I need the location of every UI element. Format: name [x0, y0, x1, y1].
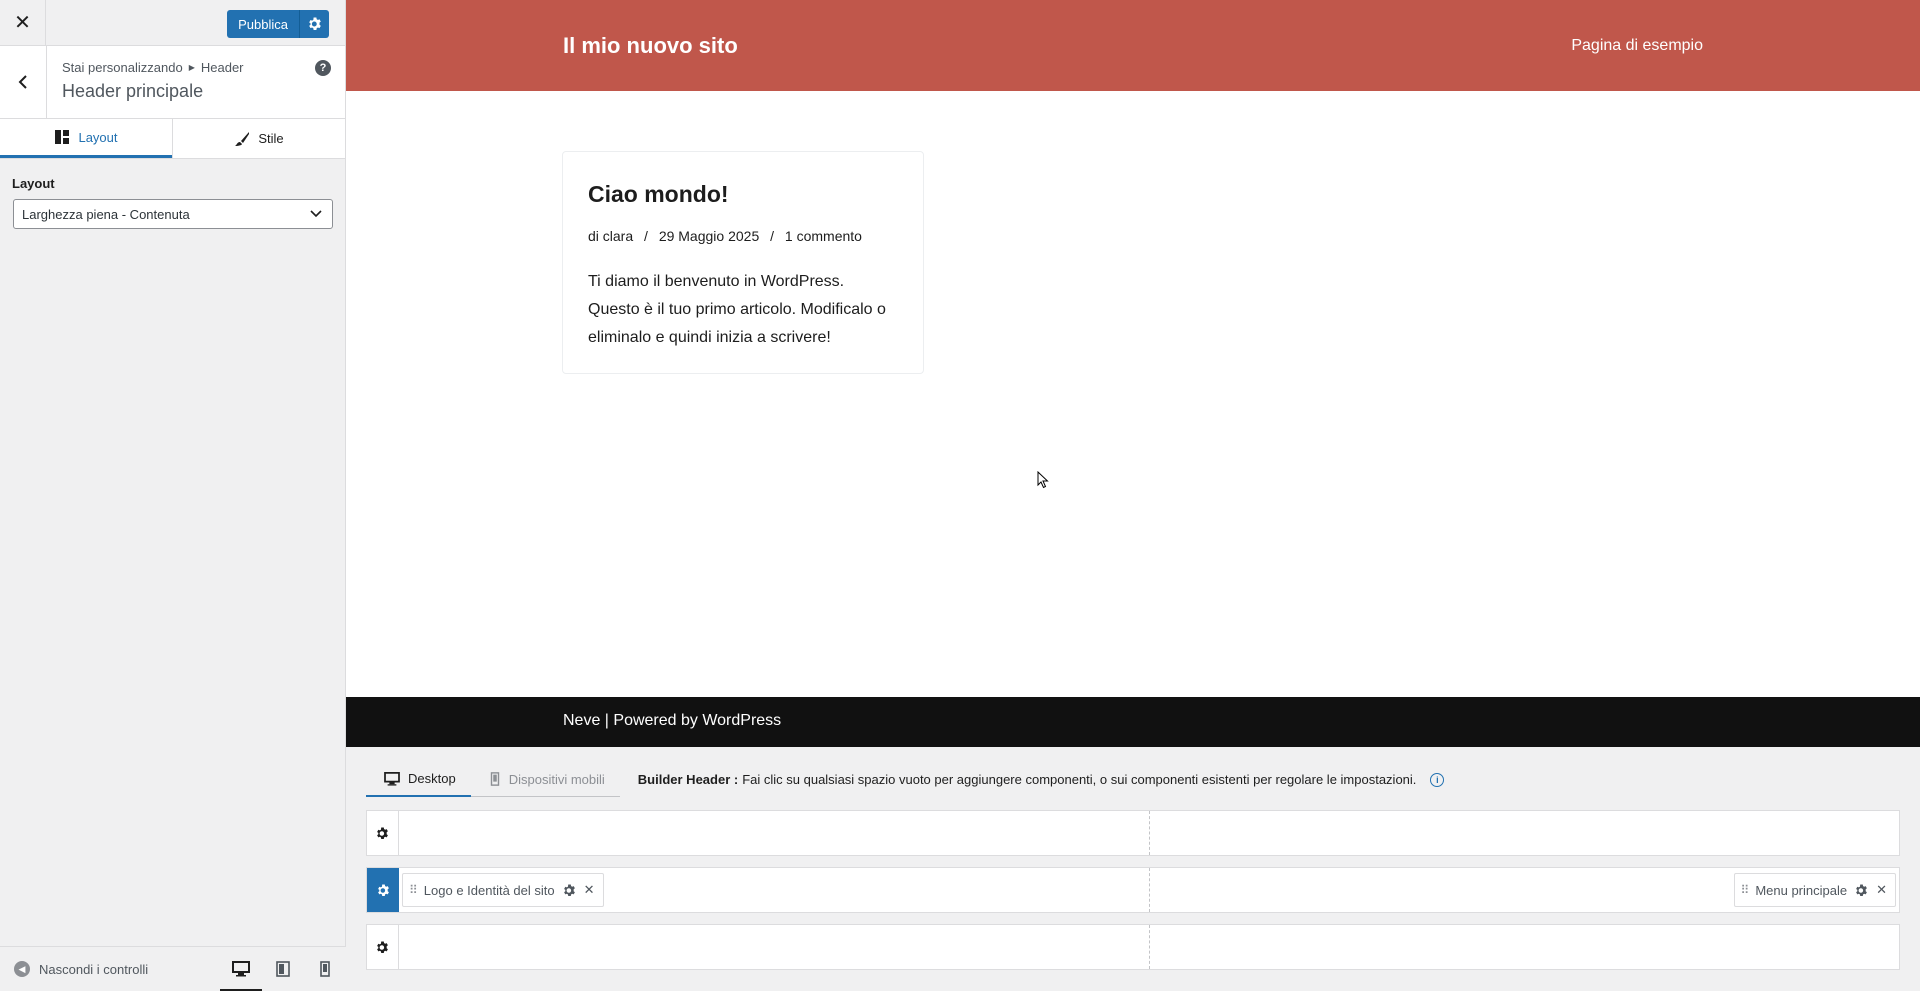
site-header[interactable]: Il mio nuovo sito Pagina di esempio [346, 0, 1920, 91]
breadcrumb: Stai personalizzando ▶ Header [62, 60, 244, 75]
builder-tab-mobile-label: Dispositivi mobili [508, 771, 605, 787]
builder-info-title: Builder Header : [637, 772, 739, 787]
row-body[interactable] [399, 925, 1899, 969]
builder-info-text: Fai clic su qualsiasi spazio vuoto per a… [742, 772, 1417, 787]
site-footer: Neve | Powered by WordPress [346, 697, 1920, 747]
desktop-icon [232, 961, 250, 977]
builder-row-bottom[interactable] [366, 924, 1900, 970]
breadcrumb-parent: Header [200, 60, 244, 75]
row-settings-button[interactable] [367, 868, 399, 912]
component-primary-menu[interactable]: ⠿ Menu principale ✕ [1733, 873, 1896, 907]
builder-tab-desktop-label: Desktop [408, 771, 456, 786]
layout-select[interactable]: Larghezza piena - Contenuta [13, 199, 333, 229]
builder-tab-desktop[interactable]: Desktop [366, 762, 471, 797]
section-title: Header principale [62, 81, 204, 101]
tablet-icon [276, 961, 290, 977]
close-button[interactable]: ✕ [0, 0, 46, 46]
publish-group: Pubblica [227, 10, 329, 38]
close-icon: ✕ [14, 12, 31, 34]
gear-icon [377, 883, 389, 896]
builder-tab-mobile[interactable]: Dispositivi mobili [470, 762, 620, 797]
row-divider [1149, 811, 1150, 855]
mouse-cursor-icon [1037, 471, 1049, 489]
component-logo[interactable]: ⠿ Logo e Identità del sito ✕ [402, 873, 604, 907]
chevron-left-icon [18, 75, 27, 89]
breadcrumb-arrow-icon: ▶ [188, 63, 195, 72]
collapse-icon: ◀ [14, 961, 30, 977]
remove-icon[interactable]: ✕ [584, 882, 595, 898]
drag-handle-icon[interactable]: ⠿ [409, 883, 418, 897]
back-button[interactable] [0, 46, 47, 118]
post-meta: di clara / 29 Maggio 2025 / 1 commento [588, 228, 898, 244]
post-author[interactable]: di clara [588, 228, 633, 244]
row-body[interactable] [399, 811, 1899, 855]
tab-style[interactable]: Stile [172, 119, 345, 158]
header-builder: Desktop Dispositivi mobili Builder Heade… [346, 747, 1920, 991]
section-titles: Stai personalizzando ▶ Header Header pri… [47, 46, 244, 118]
site-title[interactable]: Il mio nuovo sito [563, 33, 738, 59]
remove-icon[interactable]: ✕ [1876, 882, 1887, 898]
publish-settings-button[interactable] [299, 10, 329, 38]
breadcrumb-prefix: Stai personalizzando [62, 60, 183, 75]
mobile-icon [320, 961, 330, 977]
preview-desktop-button[interactable] [220, 947, 262, 991]
preview-mobile-button[interactable] [304, 947, 346, 991]
help-icon[interactable]: ? [315, 60, 331, 76]
row-body[interactable]: ⠿ Logo e Identità del sito ✕ ⠿ Menu prin… [399, 868, 1899, 912]
row-settings-button[interactable] [367, 811, 399, 855]
sidebar-header: ✕ Pubblica [0, 0, 345, 46]
row-settings-button[interactable] [367, 925, 399, 969]
builder-toolbar: Desktop Dispositivi mobili Builder Heade… [366, 762, 1445, 797]
gear-icon [377, 826, 388, 839]
row-divider [1149, 925, 1150, 969]
hide-controls-button[interactable]: ◀ Nascondi i controlli [14, 961, 148, 977]
tab-layout[interactable]: Layout [0, 119, 172, 158]
meta-separator: / [644, 228, 648, 244]
drag-handle-icon[interactable]: ⠿ [1741, 883, 1750, 897]
builder-row-top[interactable] [366, 810, 1900, 856]
layout-control-label: Layout [12, 176, 55, 191]
customizer-sidebar: ✕ Pubblica Stai personalizzando ▶ Header… [0, 0, 346, 991]
post-title[interactable]: Ciao mondo! [588, 181, 898, 208]
info-icon[interactable]: i [1430, 772, 1445, 787]
post-card: Ciao mondo! di clara / 29 Maggio 2025 / … [562, 151, 924, 374]
section-header: Stai personalizzando ▶ Header Header pri… [0, 46, 345, 119]
post-comments[interactable]: 1 commento [785, 228, 862, 244]
builder-row-main[interactable]: ⠿ Logo e Identità del sito ✕ ⠿ Menu prin… [366, 867, 1900, 913]
site-preview: Il mio nuovo sito Pagina di esempio Ciao… [346, 0, 1920, 747]
meta-separator: / [770, 228, 775, 244]
component-logo-label: Logo e Identità del sito [423, 882, 555, 898]
row-divider [1149, 868, 1150, 912]
gear-icon[interactable] [1855, 883, 1868, 897]
publish-button[interactable]: Pubblica [227, 10, 299, 38]
post-date[interactable]: 29 Maggio 2025 [659, 228, 759, 244]
section-tabs: Layout Stile [0, 119, 345, 159]
tab-style-label: Stile [258, 131, 284, 146]
post-excerpt: Ti diamo il benvenuto in WordPress. Ques… [588, 273, 886, 346]
tab-layout-label: Layout [78, 129, 118, 145]
sidebar-footer: ◀ Nascondi i controlli [0, 946, 346, 991]
gear-icon[interactable] [563, 883, 576, 897]
mobile-icon [490, 772, 499, 786]
footer-credits: Neve | Powered by WordPress [563, 712, 782, 729]
chevron-down-icon [310, 210, 322, 218]
layout-icon [55, 130, 70, 144]
layout-select-value: Larghezza piena - Contenuta [22, 206, 190, 222]
brush-icon [235, 131, 250, 146]
component-menu-label: Menu principale [1755, 882, 1848, 898]
preview-tablet-button[interactable] [262, 947, 304, 991]
gear-icon [308, 17, 321, 30]
device-switcher [220, 947, 346, 991]
nav-item-sample-page[interactable]: Pagina di esempio [1571, 37, 1703, 55]
hide-controls-label: Nascondi i controlli [39, 961, 149, 977]
gear-icon [377, 940, 388, 953]
desktop-icon [384, 771, 400, 786]
builder-info: Builder Header : Fai clic su qualsiasi s… [638, 772, 1445, 787]
